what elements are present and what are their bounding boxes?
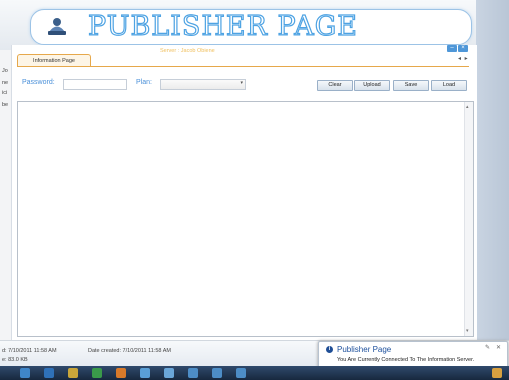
minimize-button[interactable]: – [447, 45, 457, 52]
notification-title: Publisher Page [337, 345, 392, 354]
editor-scrollbar[interactable]: ▴ ▾ [464, 102, 473, 336]
taskbar-app-icon[interactable] [188, 368, 198, 378]
taskbar-folder-icon[interactable] [68, 368, 78, 378]
chevron-down-icon: ▾ [240, 80, 243, 86]
left-peek-text: be [2, 102, 9, 108]
left-peek-text: ne [2, 80, 9, 86]
left-peek-text: ici [2, 90, 8, 96]
server-label: Server : Jacob Obiene [160, 48, 215, 54]
taskbar-ie-icon[interactable] [44, 368, 54, 378]
load-button[interactable]: Load [431, 80, 467, 91]
app-header-banner: PUBLISHER PAGE [30, 9, 472, 45]
taskbar [0, 366, 509, 380]
app-title: PUBLISHER PAGE [87, 10, 359, 42]
notification-message: You Are Currently Connected To The Infor… [337, 357, 475, 363]
desktop-background-right [476, 0, 509, 340]
taskbar-app-icon[interactable] [236, 368, 246, 378]
close-button[interactable]: × [458, 45, 468, 52]
publisher-window: Information Page Server : Jacob Obiene –… [11, 45, 477, 347]
save-button[interactable]: Save [393, 80, 429, 91]
file-size: e: 83.0 KB [2, 357, 28, 363]
tab-underline [17, 66, 469, 67]
scroll-up-icon[interactable]: ▴ [466, 104, 469, 110]
date-modified: d: 7/10/2011 11:58 AM [2, 348, 57, 354]
password-field[interactable] [63, 79, 127, 90]
taskbar-app-icon[interactable] [92, 368, 102, 378]
taskbar-app-icon[interactable] [212, 368, 222, 378]
content-editor[interactable]: ▴ ▾ [17, 101, 474, 337]
taskbar-app-icon[interactable] [116, 368, 126, 378]
clear-button[interactable]: Clear [317, 80, 353, 91]
close-icon[interactable]: ✕ [496, 344, 501, 351]
plan-label: Plan: [136, 79, 152, 86]
start-icon[interactable] [20, 368, 30, 378]
pin-icon[interactable]: ✎ [485, 344, 490, 351]
taskbar-app-icon[interactable] [164, 368, 174, 378]
upload-button[interactable]: Upload [354, 80, 390, 91]
tab-scroll-arrows-icon[interactable]: ◂ ▸ [458, 55, 469, 62]
scroll-down-icon[interactable]: ▾ [466, 328, 469, 334]
plan-select[interactable]: ▾ [160, 79, 246, 90]
left-peek-text: Jo [2, 68, 8, 74]
info-icon: i [326, 346, 333, 353]
tray-icon[interactable] [492, 368, 502, 378]
publisher-logo-icon [48, 18, 66, 35]
date-created: Date created: 7/10/2011 11:58 AM [88, 348, 171, 354]
password-label: Password: [22, 79, 55, 86]
taskbar-app-icon[interactable] [140, 368, 150, 378]
